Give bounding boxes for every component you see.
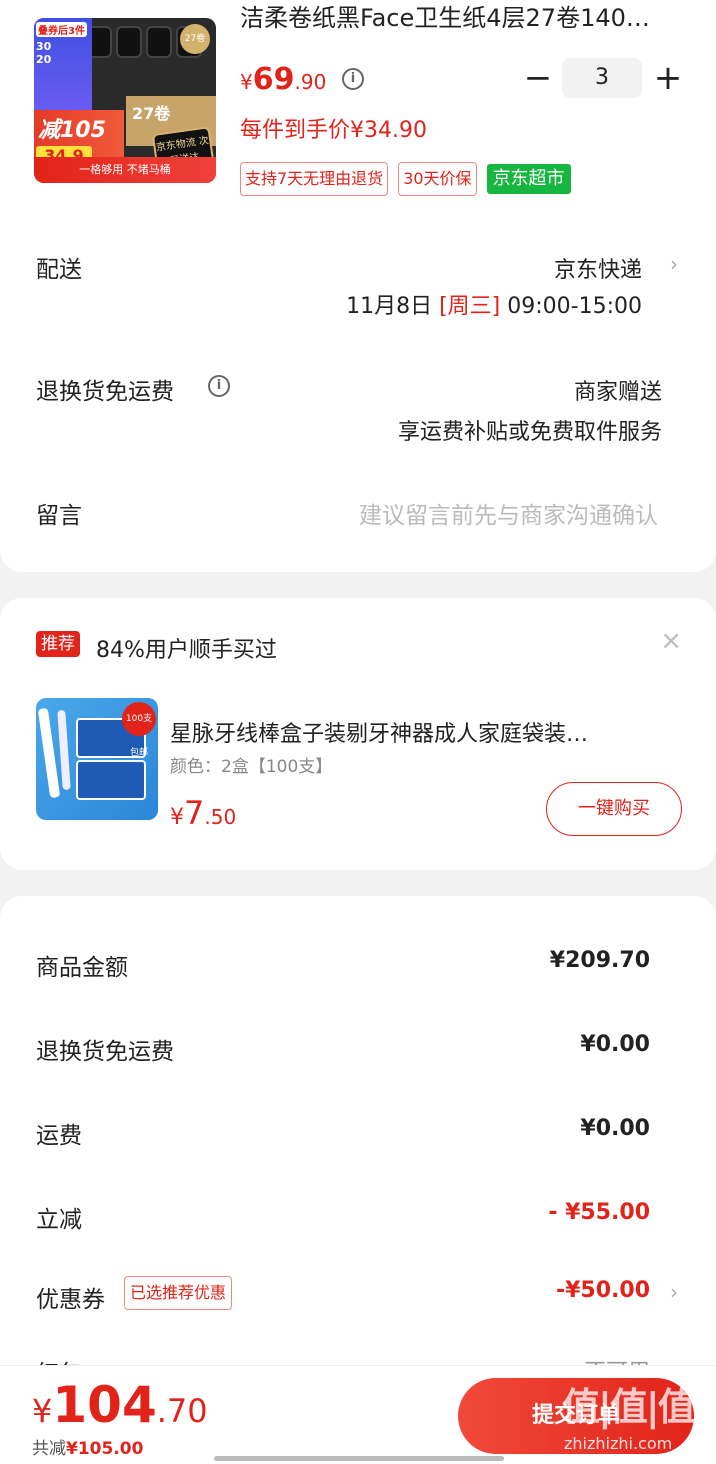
return-info-icon[interactable]: i — [208, 375, 230, 397]
delivery-label: 配送 — [36, 257, 82, 283]
recommend-item-title[interactable]: 星脉牙线棒盒子装剔牙神器成人家庭袋装… — [170, 716, 666, 748]
thumb-bottom-strip: 一格够用 不堵马桶 — [34, 157, 216, 183]
tag-store: 京东超市 — [486, 164, 571, 194]
watermark-logo: 值|值|值 — [562, 1385, 696, 1429]
one-click-buy-button[interactable]: 一键购买 — [546, 782, 682, 836]
return-shipping-label: 退换货免运费 — [36, 379, 174, 405]
summary-label-goods: 商品金额 — [36, 955, 128, 981]
summary-value-shipping: ¥0.00 — [580, 1116, 650, 1141]
product-tags: 支持7天无理由退货 30天价保 京东超市 — [240, 162, 571, 196]
quantity-input[interactable]: 3 — [562, 58, 642, 98]
recommend-item-thumbnail[interactable]: 100支 包邮 — [36, 698, 158, 820]
recommend-item-price: ¥7.50 — [170, 794, 237, 832]
thumb-promo-coupon: 叠券后3件 30 20 — [34, 18, 92, 110]
unit-price: 每件到手价¥34.90 — [240, 118, 427, 143]
return-shipping-desc: 享运费补贴或免费取件服务 — [397, 420, 662, 445]
summary-value-coupon[interactable]: -¥50.00 — [556, 1278, 650, 1303]
summary-label-discount: 立减 — [36, 1207, 82, 1233]
chevron-right-icon[interactable]: › — [670, 1280, 678, 1304]
product-title[interactable]: 洁柔卷纸黑Face卫生纸4层27卷140… — [240, 4, 684, 32]
summary-label-shipping: 运费 — [36, 1123, 82, 1149]
price-info-icon[interactable]: i — [342, 68, 364, 90]
summary-value-return: ¥0.00 — [580, 1032, 650, 1057]
note-label: 留言 — [36, 503, 82, 529]
summary-label-coupon: 优惠券 — [36, 1287, 105, 1313]
decrease-button[interactable]: − — [520, 58, 556, 98]
delivery-date[interactable]: 11月8日 [周三] 09:00-15:00 — [346, 288, 642, 320]
summary-value-goods: ¥209.70 — [549, 948, 650, 973]
recommend-badge: 推荐 — [36, 631, 80, 657]
product-thumbnail[interactable]: 27卷 叠券后3件 30 20 减105 34.9 27卷 京东物流 次日送达 … — [34, 18, 216, 183]
recommend-card: 推荐 84%用户顺手买过 × 100支 包邮 星脉牙线棒盒子装剔牙神器成人家庭袋… — [0, 598, 716, 870]
recommend-item-spec: 颜色：2盒【100支】 — [170, 757, 333, 777]
home-indicator[interactable] — [214, 1456, 504, 1461]
delivery-carrier[interactable]: 京东快递 — [554, 252, 642, 284]
note-input[interactable]: 建议留言前先与商家沟通确认 — [359, 496, 658, 530]
total-saved: 共减¥105.00 — [32, 1439, 144, 1459]
coupon-recommend-tag[interactable]: 已选推荐优惠 — [124, 1276, 233, 1310]
tag-return-policy: 支持7天无理由退货 — [240, 162, 389, 196]
thumb-100-badge: 100支 包邮 — [122, 702, 156, 758]
product-price: ¥69.90 — [240, 62, 327, 97]
tag-price-protection: 30天价保 — [398, 162, 477, 196]
summary-label-return: 退换货免运费 — [36, 1039, 174, 1065]
summary-value-discount: - ¥55.00 — [548, 1200, 650, 1225]
watermark-site: zhizhizhi.com — [564, 1434, 673, 1453]
product-card: 27卷 叠券后3件 30 20 减105 34.9 27卷 京东物流 次日送达 … — [0, 0, 716, 572]
thumb-badge: 27卷 — [180, 24, 210, 54]
close-icon[interactable]: × — [660, 626, 682, 656]
recommend-headline: 84%用户顺手买过 — [96, 638, 277, 663]
total-price: ¥104.70 — [32, 1376, 208, 1434]
increase-button[interactable]: + — [650, 58, 686, 98]
chevron-right-icon[interactable]: › — [670, 252, 678, 276]
quantity-stepper: − 3 + — [520, 58, 690, 98]
return-shipping-value: 商家赠送 — [573, 380, 662, 405]
